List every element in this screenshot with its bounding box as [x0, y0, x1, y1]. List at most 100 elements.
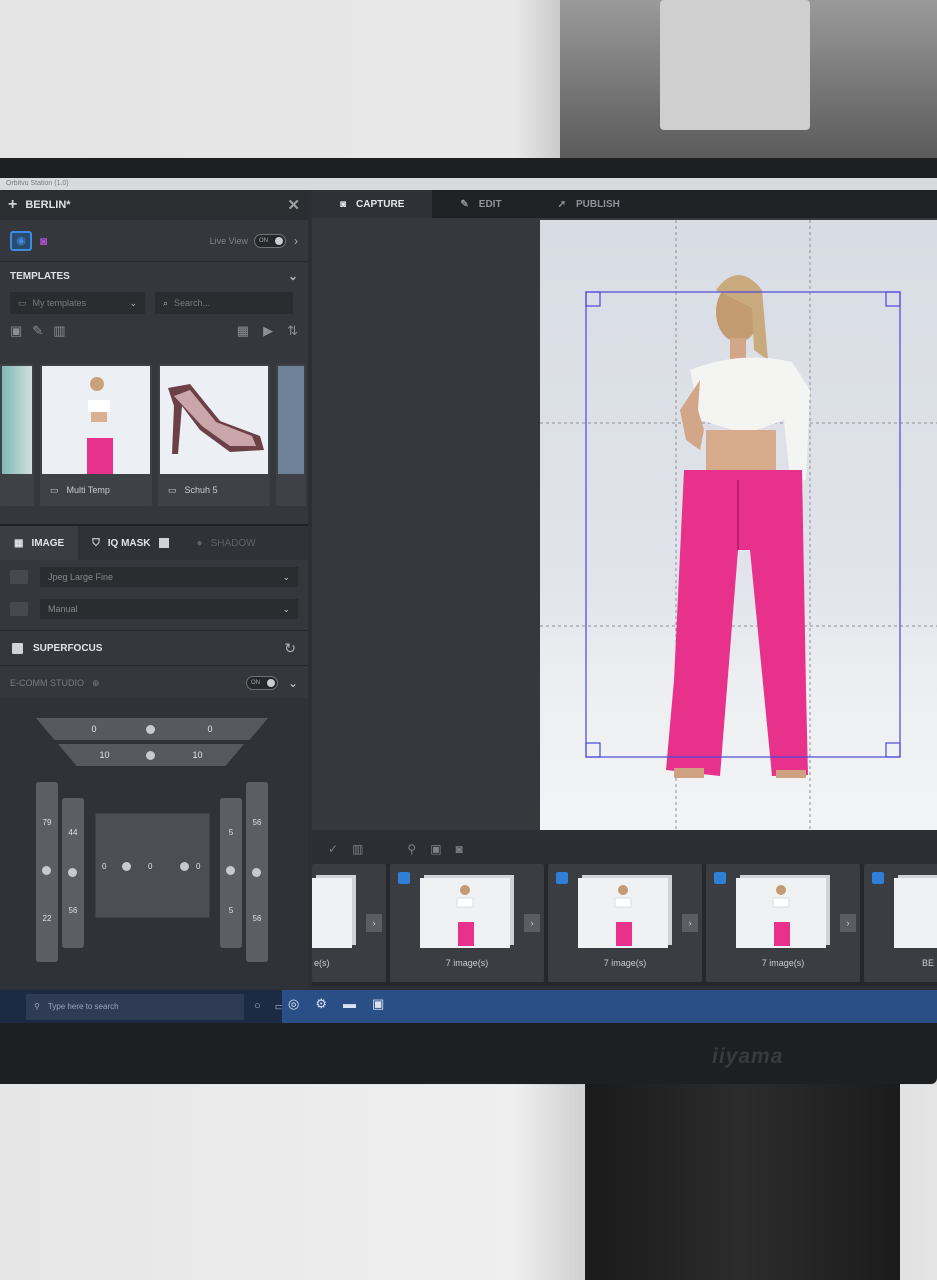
template-card[interactable]: ▭ Multi Temp: [40, 364, 152, 506]
add-icon[interactable]: +: [8, 196, 17, 214]
filmstrip-item[interactable]: › 7 image(s): [390, 864, 544, 982]
chevron-right-icon[interactable]: ›: [366, 914, 382, 932]
image-icon[interactable]: ▦: [237, 323, 249, 339]
project-name: BERLIN*: [25, 199, 71, 211]
live-view-label: Live View: [209, 235, 248, 246]
template-card-partial[interactable]: [0, 364, 34, 506]
item-checkbox[interactable]: [398, 872, 410, 884]
format-select[interactable]: Jpeg Large Fine ⌄: [40, 567, 298, 587]
image-icon: ▦: [14, 537, 24, 549]
slider-handle[interactable]: [68, 868, 77, 877]
trash-icon[interactable]: ▥: [352, 842, 363, 856]
light-value: 0: [196, 862, 201, 871]
tab-capture-label: CAPTURE: [356, 198, 405, 210]
slider-handle[interactable]: [42, 866, 51, 875]
background-object: [660, 0, 810, 130]
turntable-area[interactable]: 0 0 0: [95, 813, 210, 918]
mode-select[interactable]: Manual ⌄: [40, 599, 298, 619]
live-view-toggle[interactable]: ON: [254, 233, 286, 248]
folder-icon[interactable]: ▬: [343, 996, 356, 1012]
item-checkbox[interactable]: [556, 872, 568, 884]
close-project-button[interactable]: ✕: [287, 196, 300, 214]
ecomm-studio-toggle[interactable]: ON: [245, 676, 278, 690]
camera-icon[interactable]: ◙: [456, 842, 463, 856]
camera-mode-icon[interactable]: ◉: [10, 230, 32, 251]
item-checkbox[interactable]: [872, 872, 884, 884]
light-value: 44: [68, 828, 78, 837]
save-icon[interactable]: ▣: [10, 323, 22, 339]
play-icon[interactable]: ▶: [263, 323, 273, 339]
chevron-right-icon[interactable]: ›: [524, 914, 540, 932]
slider-handle[interactable]: [146, 751, 155, 760]
chevron-right-icon[interactable]: ›: [294, 234, 298, 248]
app-icon[interactable]: ◎: [288, 996, 299, 1012]
slider-handle[interactable]: [252, 868, 261, 877]
monitor-brand-logo: iiyama: [712, 1045, 784, 1068]
template-card-partial[interactable]: [276, 364, 306, 506]
slider-handle[interactable]: [226, 866, 235, 875]
slider-handle[interactable]: [122, 862, 131, 871]
photo-background: iiyama Orbitvu Station (1.0) + BERLIN* ✕…: [0, 0, 937, 1280]
tab-image[interactable]: ▦ IMAGE: [0, 526, 79, 560]
template-card-label: ▭ Multi Temp: [50, 485, 110, 496]
filmstrip-item[interactable]: › 7 image(s): [706, 864, 860, 982]
settings-tabs: ▦ IMAGE ⛉ IQ MASK ● SHADOW: [0, 524, 308, 560]
superfocus-row[interactable]: SUPERFOCUS ↻: [0, 630, 308, 666]
edit-icon: ✎: [460, 198, 469, 210]
light-value: 5: [228, 906, 234, 915]
filmstrip-item[interactable]: › 7 image(s): [548, 864, 702, 982]
filmstrip-toolbar: ✓ ▥ ⚲ ▣ ◙: [312, 834, 937, 864]
taskbar-icons: ○ ▭: [254, 1000, 285, 1013]
template-thumb-image: [2, 366, 32, 474]
item-checkbox[interactable]: [714, 872, 726, 884]
taskbar-search-input[interactable]: ⚲ Type here to search: [26, 993, 244, 1020]
light-value: 10: [99, 750, 110, 760]
model-thumb-graphic: [456, 885, 474, 946]
select-all-icon[interactable]: ✓: [328, 842, 338, 856]
gear-icon[interactable]: ⚙: [315, 996, 327, 1012]
filmstrip-item-partial[interactable]: BE: [864, 864, 937, 982]
tab-publish[interactable]: ➚ PUBLISH: [530, 190, 648, 218]
monitor-stand: [585, 1070, 900, 1280]
tab-shadow-label: SHADOW: [210, 537, 256, 549]
refresh-icon[interactable]: ↻: [284, 640, 296, 657]
tab-iq-mask[interactable]: ⛉ IQ MASK: [78, 526, 182, 560]
template-thumb-image: [160, 366, 268, 474]
template-icon: ▭: [50, 485, 59, 495]
camera-alt-icon[interactable]: ◙: [40, 234, 47, 248]
cortana-icon[interactable]: ○: [254, 1000, 261, 1013]
copy-icon[interactable]: ▣: [430, 842, 441, 856]
template-card[interactable]: ▭ Schuh 5: [158, 364, 270, 506]
tab-edit[interactable]: ✎ EDIT: [432, 190, 529, 218]
tab-shadow[interactable]: ● SHADOW: [183, 526, 270, 560]
filmstrip-item-label: e(s): [314, 958, 330, 968]
light-value: 0: [207, 724, 213, 734]
live-view-canvas[interactable]: [312, 218, 937, 830]
chevron-down-icon[interactable]: ⌄: [288, 676, 298, 690]
edit-icon[interactable]: ✎: [32, 323, 43, 339]
chevron-right-icon[interactable]: ›: [840, 914, 856, 932]
templates-folder-select[interactable]: ▭ My templates ⌄: [10, 292, 145, 314]
tab-edit-label: EDIT: [478, 198, 502, 210]
templates-search-input[interactable]: ⌕ Search...: [155, 292, 293, 314]
model-photo: [540, 220, 937, 830]
format-value: Jpeg Large Fine: [48, 572, 114, 582]
templates-section-header[interactable]: TEMPLATES ⌄: [0, 262, 308, 290]
pin-icon[interactable]: ⚲: [407, 842, 416, 856]
tab-capture[interactable]: ◙ CAPTURE: [312, 190, 433, 218]
settings-icon[interactable]: ⊕: [92, 678, 100, 689]
slider-handle[interactable]: [146, 725, 155, 734]
chevron-down-icon: ⌄: [282, 571, 290, 582]
checkbox-icon[interactable]: [158, 538, 169, 548]
mode-value: Manual: [48, 604, 78, 614]
sort-icon[interactable]: ⇅: [287, 323, 298, 339]
chevron-right-icon[interactable]: ›: [682, 914, 698, 932]
app-icon[interactable]: ▣: [372, 996, 384, 1012]
window-titlebar: Orbitvu Station (1.0): [0, 178, 937, 190]
trash-icon[interactable]: ▥: [53, 323, 65, 339]
search-icon: ⌕: [163, 297, 169, 308]
filmstrip-item-partial[interactable]: › e(s): [312, 864, 386, 982]
slider-handle[interactable]: [180, 862, 189, 871]
superfocus-checkbox[interactable]: [12, 642, 23, 654]
chevron-down-icon[interactable]: ⌄: [288, 269, 298, 283]
